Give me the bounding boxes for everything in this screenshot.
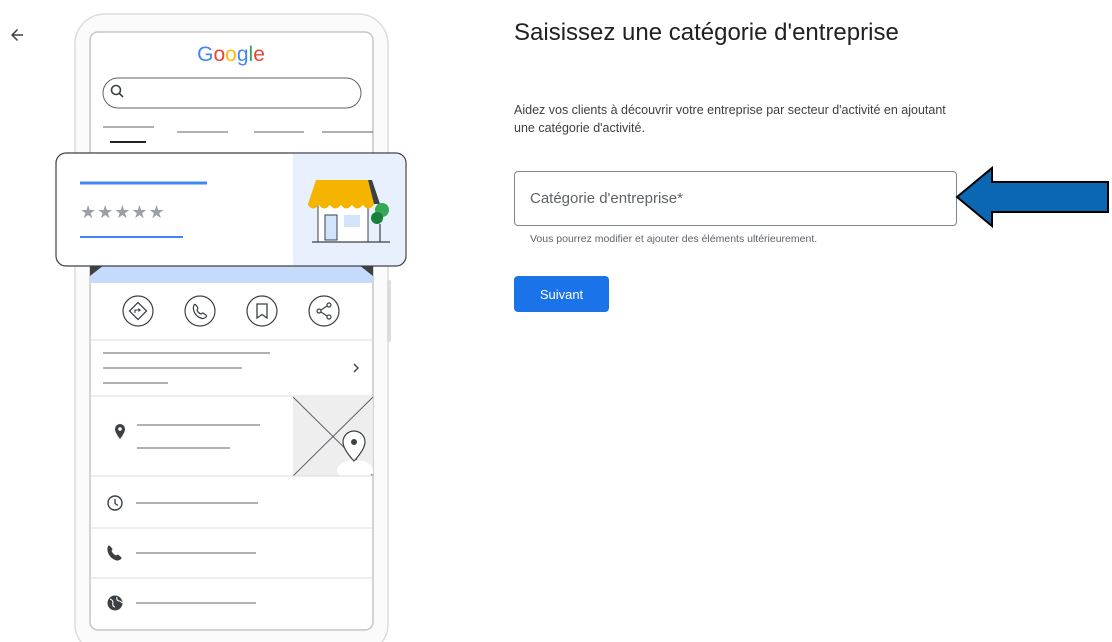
business-profile-illustration: Google ★★★★★ <box>50 10 420 642</box>
scrollbar <box>387 280 391 342</box>
page-description: Aidez vos clients à découvrir votre entr… <box>514 103 946 135</box>
category-helper-text: Vous pourrez modifier et ajouter des élé… <box>530 233 818 245</box>
search-bar <box>102 77 362 109</box>
map-icon <box>292 396 374 480</box>
annotation-arrow-icon <box>955 166 1109 228</box>
rating-stars: ★★★★★ <box>80 202 166 223</box>
page-title: Saisissez une catégorie d'entreprise <box>514 19 899 46</box>
arrow-left-icon <box>11 29 23 41</box>
business-category-input[interactable] <box>515 172 956 225</box>
phone-screen <box>89 31 374 631</box>
page: Google ★★★★★ Saisissez une catégorie d'e… <box>0 0 1112 642</box>
next-button[interactable]: Suivant <box>514 276 609 312</box>
back-button[interactable] <box>2 20 32 50</box>
google-logo: Google <box>197 43 265 66</box>
globe-icon <box>107 595 123 611</box>
business-category-field[interactable] <box>514 171 957 226</box>
